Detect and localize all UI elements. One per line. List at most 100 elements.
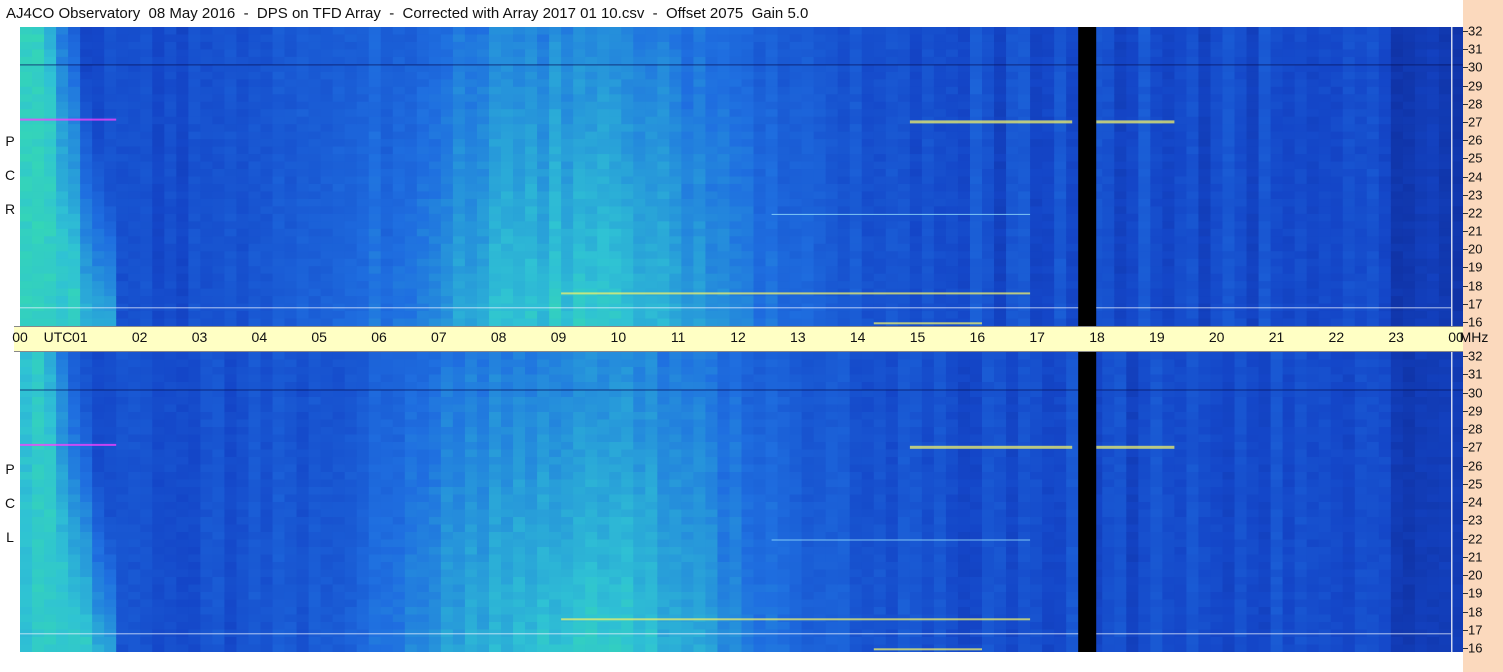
- spectrogram-cell: [1438, 64, 1452, 73]
- spectrogram-cell: [837, 243, 851, 252]
- spectrogram-cell: [1366, 56, 1380, 65]
- spectrogram-cell: [1174, 109, 1188, 118]
- spectrogram-cell: [777, 176, 791, 185]
- spectrogram-cell: [32, 86, 45, 95]
- spectrogram-cell: [224, 154, 238, 163]
- spectrogram-cell: [645, 213, 658, 222]
- spectrogram-cell: [1306, 198, 1320, 207]
- spectrogram-cell: [428, 41, 442, 51]
- spectrogram-cell: [789, 251, 803, 260]
- spectrogram-cell: [32, 434, 45, 443]
- spectrogram-cell: [513, 266, 526, 275]
- spectrogram-cell: [909, 311, 923, 320]
- spectrogram-cell: [344, 318, 358, 326]
- spectrogram-cell: [188, 266, 201, 275]
- spectrogram-cell: [1174, 41, 1188, 51]
- spectrogram-cell: [885, 311, 899, 320]
- spectrogram-cell: [1306, 71, 1320, 80]
- spectrogram-cell: [1438, 266, 1452, 275]
- spectrogram-cell: [56, 154, 69, 163]
- spectrogram-cell: [1246, 318, 1260, 326]
- spectrogram-cell: [1102, 64, 1115, 73]
- spectrogram-cell: [1450, 154, 1463, 163]
- spectrogram-cell: [994, 169, 1007, 178]
- spectrogram-cell: [1018, 49, 1031, 58]
- spectrogram-cell: [1354, 154, 1368, 163]
- spectrogram-cell: [152, 183, 165, 193]
- spectrogram-cell: [669, 191, 682, 200]
- spectrogram-cell: [20, 146, 33, 155]
- spectrogram-cell: [693, 273, 707, 282]
- spectrogram-cell: [1246, 146, 1260, 155]
- spectrogram-cell: [1114, 64, 1127, 73]
- spectrogram-cell: [200, 101, 214, 110]
- spectrogram-cell: [669, 154, 682, 163]
- spectrogram-cell: [777, 109, 791, 118]
- spectrogram-cell: [825, 79, 839, 88]
- spectrogram-cell: [1414, 221, 1428, 230]
- spectrogram-cell: [488, 296, 502, 305]
- spectrogram-cell: [116, 27, 129, 36]
- spectrogram-cell: [1342, 258, 1356, 267]
- spectrogram-cell: [392, 318, 406, 326]
- spectrogram-cell: [1150, 191, 1163, 200]
- spectrogram-cell: [20, 374, 33, 383]
- spectrogram-cell: [428, 94, 442, 103]
- spectrogram-cell: [1210, 183, 1224, 193]
- spectrogram-cell: [104, 288, 117, 297]
- spectrogram-cell: [80, 266, 93, 275]
- spectrogram-cell: [741, 296, 755, 305]
- spectrogram-cell: [1174, 161, 1188, 170]
- spectrogram-cell: [537, 154, 550, 163]
- spectrogram-cell: [32, 622, 45, 631]
- spectrogram-cell: [188, 273, 201, 282]
- spectrogram-cell: [1006, 318, 1019, 326]
- spectrogram-cell: [1102, 251, 1115, 260]
- spectrogram-cell: [44, 236, 57, 245]
- spectrogram-cell: [1018, 228, 1031, 237]
- spectrogram-cell: [573, 243, 586, 252]
- spectrogram-cell: [765, 311, 779, 320]
- spectrogram-cell: [1354, 101, 1368, 110]
- spectrogram-cell: [549, 27, 562, 36]
- spectrogram-cell: [1222, 116, 1236, 125]
- spectrogram-cell: [284, 139, 298, 148]
- spectrogram-cell: [1030, 49, 1043, 58]
- spectrogram-cell: [152, 154, 165, 163]
- spectrogram-cell: [1042, 243, 1055, 252]
- spectrogram-cell: [1342, 94, 1356, 103]
- spectrogram-cell: [212, 161, 226, 170]
- spectrogram-cell: [1210, 71, 1224, 80]
- spectrogram-cell: [1066, 34, 1079, 43]
- spectrogram-cell: [236, 266, 250, 275]
- spectrogram-cell: [1006, 64, 1019, 73]
- spectrogram-cell: [1042, 176, 1055, 185]
- spectrogram-cell: [440, 288, 454, 297]
- spectrogram-cell: [236, 318, 250, 326]
- spectrogram-cell: [1306, 288, 1320, 297]
- spectrogram-cell: [825, 266, 839, 275]
- spectrogram-cell: [801, 154, 815, 163]
- spectrogram-cell: [44, 169, 57, 178]
- spectrogram-cell: [537, 41, 550, 51]
- spectrogram-cell: [488, 288, 502, 297]
- spectrogram-cell: [92, 206, 105, 215]
- spectrogram-cell: [368, 183, 382, 193]
- spectrogram-cell: [1306, 154, 1320, 163]
- spectrogram-cell: [1270, 266, 1284, 275]
- spectrogram-cell: [681, 213, 695, 222]
- spectrogram-cell: [68, 71, 81, 80]
- spectrogram-cell: [176, 139, 189, 148]
- spectrogram-cell: [1102, 273, 1115, 282]
- spectrogram-cell: [549, 221, 562, 230]
- spectrogram-cell: [573, 251, 586, 260]
- spectrogram-cell: [236, 56, 250, 65]
- spectrogram-cell: [1030, 213, 1043, 222]
- spectrogram-cell: [44, 49, 57, 58]
- spectrogram-cell: [20, 318, 33, 326]
- spectrogram-cell: [801, 41, 815, 51]
- spectrogram-cell: [452, 154, 466, 163]
- spectrogram-cell: [585, 27, 598, 36]
- spectrogram-cell: [597, 131, 610, 140]
- spectrogram-cell: [1018, 64, 1031, 73]
